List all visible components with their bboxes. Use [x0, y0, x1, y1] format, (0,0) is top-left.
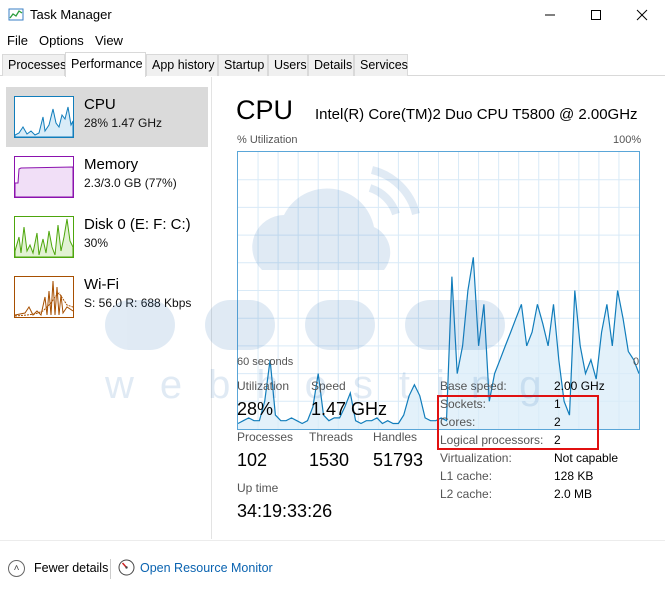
footer-bar: ˄ Fewer details Open Resource Monitor [0, 540, 665, 592]
sidebar-wifi-title: Wi-Fi [84, 276, 119, 293]
tab-startup[interactable]: Startup [218, 54, 268, 76]
processes-label: Processes [237, 430, 294, 444]
sidebar-item-disk[interactable]: Disk 0 (E: F: C:) 30% [6, 207, 208, 267]
task-manager-icon [8, 8, 24, 21]
utilization-label: Utilization [237, 379, 290, 393]
tab-users[interactable]: Users [268, 54, 308, 76]
processes-value: 102 [237, 450, 268, 470]
disk-thumbnail [14, 216, 74, 258]
speed-value: 1.47 GHz [311, 399, 388, 419]
zero-axis-label: 0 [633, 356, 640, 368]
speed-label: Speed [311, 379, 346, 393]
time-axis-label: 60 seconds [237, 356, 294, 368]
handles-label: Handles [373, 430, 418, 444]
cpu-model-name: Intel(R) Core(TM)2 Duo CPU T5800 @ 2.00G… [315, 106, 638, 123]
utilization-value: 28% [237, 399, 274, 419]
fewer-details-link[interactable]: Fewer details [34, 561, 108, 575]
window-title: Task Manager [30, 7, 112, 22]
spec-l2-cache-label: L2 cache: [440, 487, 493, 501]
maximize-button[interactable] [573, 0, 619, 30]
spec-virtualization-label: Virtualization: [440, 451, 512, 465]
tab-services[interactable]: Services [354, 54, 408, 76]
threads-value: 1530 [309, 450, 350, 470]
footer-divider [110, 559, 111, 579]
highlight-annotation-box [437, 395, 599, 450]
max-axis-label: 100% [613, 134, 642, 146]
resource-monitor-icon[interactable] [118, 559, 135, 576]
sidebar-item-memory[interactable]: Memory 2.3/3.0 GB (77%) [6, 147, 208, 207]
close-button[interactable] [619, 0, 665, 30]
tab-app-history[interactable]: App history [146, 54, 218, 76]
memory-thumbnail [14, 156, 74, 198]
close-icon [636, 9, 648, 21]
tab-bar: Processes Performance App history Startu… [0, 52, 665, 77]
tab-performance[interactable]: Performance [65, 52, 146, 77]
sidebar-disk-sub: 30% [84, 236, 109, 250]
open-resource-monitor-link[interactable]: Open Resource Monitor [140, 561, 273, 575]
handles-value: 51793 [373, 450, 424, 470]
minimize-button[interactable] [527, 0, 573, 30]
sidebar-wifi-sub: S: 56.0 R: 688 Kbps [84, 296, 192, 310]
sidebar-cpu-sub: 28% 1.47 GHz [84, 116, 163, 130]
sidebar-disk-title: Disk 0 (E: F: C:) [84, 216, 191, 233]
wifi-thumbnail [14, 276, 74, 318]
sidebar-memory-title: Memory [84, 156, 139, 173]
sidebar-item-wifi[interactable]: Wi-Fi S: 56.0 R: 688 Kbps [6, 267, 208, 327]
sidebar-cpu-title: CPU [84, 96, 116, 113]
menu-options[interactable]: Options [39, 33, 84, 48]
menu-bar: File Options View [0, 30, 665, 52]
page-title: CPU [236, 95, 294, 125]
spec-base-speed-value: 2.00 GHz [554, 379, 605, 393]
performance-sidebar: CPU 28% 1.47 GHz Memory 2.3/3.0 GB (77%)… [0, 77, 212, 539]
spec-base-speed-label: Base speed: [440, 379, 507, 393]
menu-view[interactable]: View [95, 33, 123, 48]
menu-file[interactable]: File [7, 33, 28, 48]
uptime-value: 34:19:33:26 [237, 501, 333, 521]
tab-processes[interactable]: Processes [2, 54, 66, 76]
cpu-thumbnail [14, 96, 74, 138]
spec-l1-cache-label: L1 cache: [440, 469, 493, 483]
threads-label: Threads [309, 430, 354, 444]
utilization-axis-label: % Utilization [237, 134, 298, 146]
title-bar: Task Manager [0, 0, 665, 30]
sidebar-item-cpu[interactable]: CPU 28% 1.47 GHz [6, 87, 208, 147]
cpu-detail-panel: CPU Intel(R) Core(TM)2 Duo CPU T5800 @ 2… [213, 77, 665, 539]
uptime-label: Up time [237, 481, 279, 495]
minimize-icon [545, 14, 555, 16]
maximize-icon [591, 10, 601, 20]
spec-l2-cache-value: 2.0 MB [554, 487, 593, 501]
sidebar-memory-sub: 2.3/3.0 GB (77%) [84, 176, 177, 190]
spec-l1-cache-value: 128 KB [554, 469, 594, 483]
chevron-up-icon[interactable]: ˄ [8, 560, 25, 577]
spec-virtualization-value: Not capable [554, 451, 619, 465]
tab-details[interactable]: Details [308, 54, 354, 76]
